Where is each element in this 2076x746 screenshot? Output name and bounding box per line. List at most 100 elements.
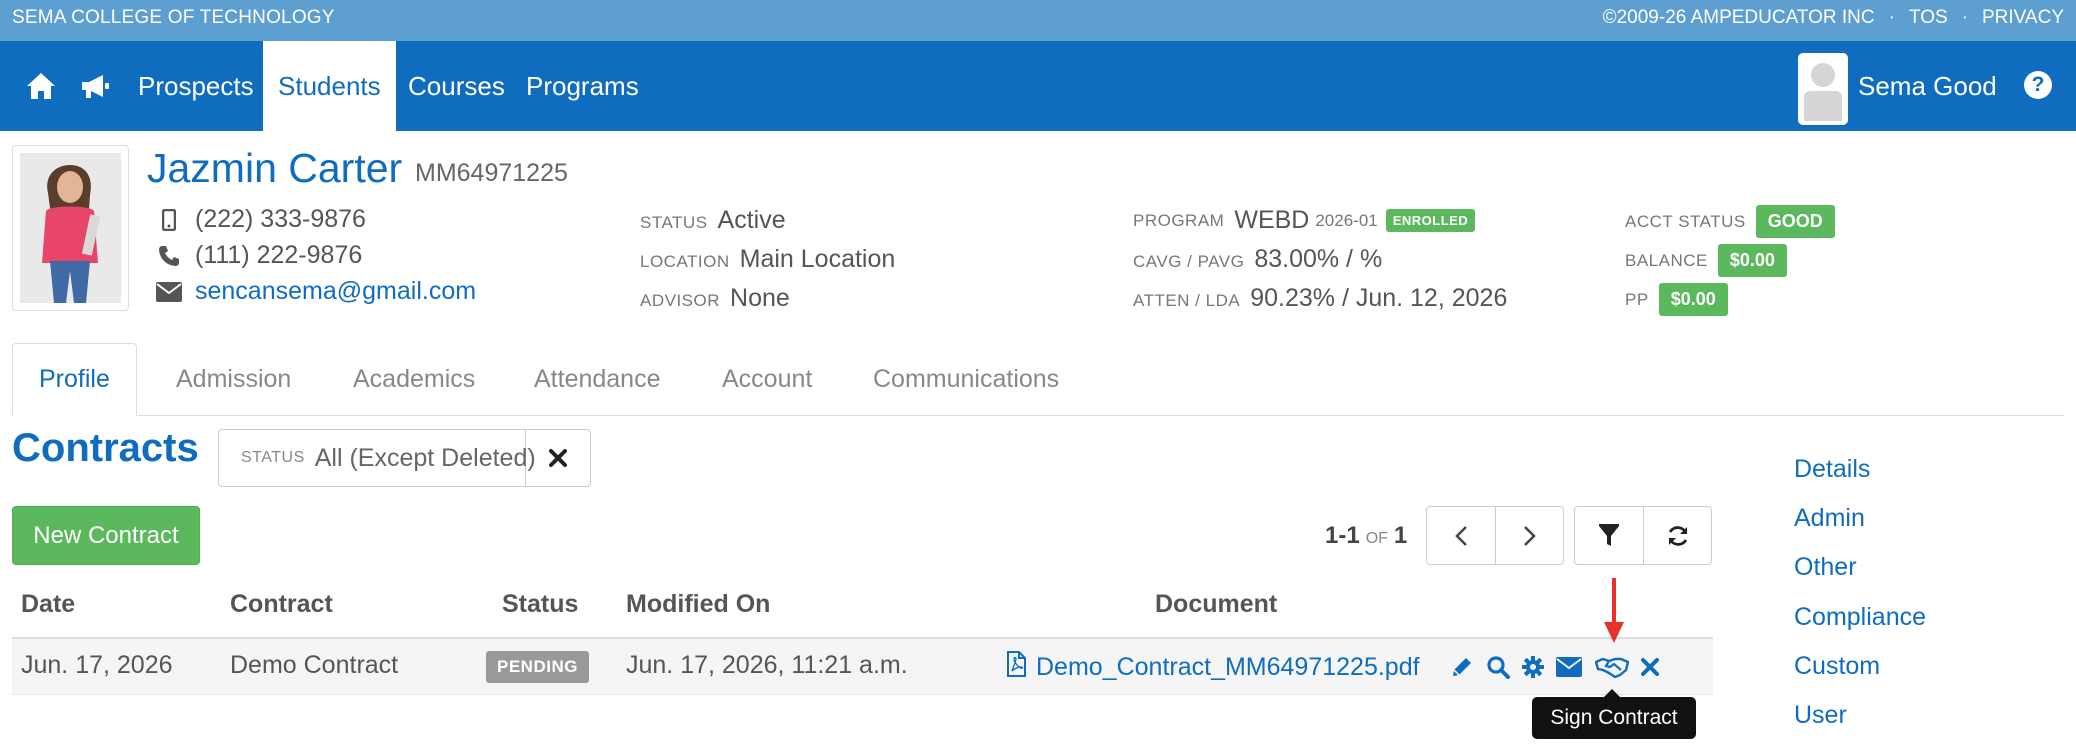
chevron-right-icon (1523, 525, 1536, 546)
filter-button[interactable] (1575, 507, 1643, 564)
email-button[interactable] (1555, 653, 1583, 681)
contact-phone: (111) 222-9876 (155, 241, 362, 270)
advisor-label: ADVISOR (640, 291, 721, 310)
nav-students[interactable]: Students (263, 41, 396, 131)
side-link-compliance[interactable]: Compliance (1794, 603, 1926, 632)
balance-label: BALANCE (1625, 250, 1708, 270)
col-modified-on[interactable]: Modified On (626, 590, 770, 619)
cavg-label: CAVG / PAVG (1133, 252, 1245, 271)
pp-label: PP (1625, 289, 1649, 309)
copyright-text: ©2009-26 AMPEDUCATOR INC (1602, 7, 1875, 28)
mobile-number: (222) 333-9876 (195, 205, 366, 233)
privacy-link[interactable]: PRIVACY (1982, 7, 2064, 29)
chevron-left-icon (1455, 525, 1467, 546)
sign-contract-tooltip: Sign Contract (1532, 689, 1696, 739)
user-name[interactable]: Sema Good (1858, 41, 1997, 131)
megaphone-icon[interactable] (78, 69, 112, 103)
view-button[interactable] (1484, 653, 1512, 681)
red-arrow-annotation (1603, 578, 1625, 644)
side-link-other[interactable]: Other (1794, 553, 1857, 582)
new-contract-button[interactable]: New Contract (12, 506, 200, 565)
top-strip-links: ©2009-26 AMPEDUCATOR INC · TOS · PRIVACY (1603, 7, 2064, 29)
envelope-icon (155, 278, 183, 306)
top-strip: SEMA COLLEGE OF TECHNOLOGY ©2009-26 AMPE… (0, 0, 2076, 41)
attendance-field: ATTEN / LDA 90.23% / Jun. 12, 2026 (1133, 284, 1507, 313)
nav-prospects[interactable]: Prospects (123, 41, 269, 131)
status-filter[interactable]: STATUS All (Except Deleted) (218, 429, 591, 487)
student-id: MM64971225 (415, 159, 568, 187)
location-field: LOCATION Main Location (640, 245, 895, 274)
envelope-icon (1556, 657, 1582, 677)
side-link-custom[interactable]: Custom (1794, 652, 1880, 681)
user-avatar[interactable] (1798, 53, 1848, 125)
separator: · (1888, 7, 1895, 28)
pencil-icon (1453, 658, 1471, 676)
filter-icon (1599, 523, 1619, 546)
sign-contract-button[interactable] (1595, 653, 1629, 681)
side-link-admin[interactable]: Admin (1794, 504, 1865, 533)
pager-buttons (1426, 506, 1564, 565)
nav-courses[interactable]: Courses (393, 41, 520, 131)
delete-button[interactable] (1636, 653, 1664, 681)
clear-filter-button[interactable] (526, 430, 590, 486)
phone-icon (155, 242, 183, 270)
cavg-value: 83.00% / % (1254, 245, 1383, 273)
col-status[interactable]: Status (502, 590, 578, 619)
location-label: LOCATION (640, 252, 730, 271)
separator: · (1961, 7, 1968, 28)
tab-profile[interactable]: Profile (12, 343, 137, 416)
prev-page-button[interactable] (1427, 507, 1495, 564)
student-name: Jazmin Carter (147, 145, 403, 191)
home-icon[interactable] (24, 69, 58, 103)
col-document[interactable]: Document (1155, 590, 1277, 619)
status-value: Active (717, 206, 786, 234)
settings-button[interactable] (1519, 653, 1547, 681)
document-filename: Demo_Contract_MM64971225.pdf (1036, 653, 1420, 681)
email-link[interactable]: sencansema@gmail.com (195, 277, 476, 306)
phone-number: (111) 222-9876 (195, 241, 363, 269)
handshake-icon (1595, 657, 1629, 678)
status-filter-value: All (Except Deleted) (314, 443, 536, 472)
college-name: SEMA COLLEGE OF TECHNOLOGY (12, 7, 335, 28)
program-label: PROGRAM (1133, 210, 1225, 230)
tab-academics[interactable]: Academics (353, 343, 475, 416)
tos-link[interactable]: TOS (1909, 7, 1948, 29)
tab-admission[interactable]: Admission (176, 343, 291, 416)
document-link[interactable]: Demo_Contract_MM64971225.pdf (1006, 651, 1420, 684)
pp-badge: $0.00 (1658, 283, 1728, 316)
refresh-button[interactable] (1643, 507, 1711, 564)
next-page-button[interactable] (1495, 507, 1563, 564)
side-link-user[interactable]: User (1794, 701, 1847, 730)
edit-button[interactable] (1448, 653, 1476, 681)
row-date: Jun. 17, 2026 (21, 651, 173, 679)
row-contract: Demo Contract (230, 651, 399, 679)
tab-communications[interactable]: Communications (873, 343, 1059, 416)
gear-icon (1522, 656, 1544, 678)
program-value: WEBD (1234, 206, 1310, 234)
contact-mobile: (222) 333-9876 (155, 205, 366, 234)
acct-status-field: ACCT STATUS GOOD (1625, 205, 1835, 238)
col-contract[interactable]: Contract (230, 590, 333, 619)
side-link-details[interactable]: Details (1794, 455, 1870, 484)
acct-status-badge: GOOD (1755, 205, 1835, 238)
status-field: STATUS Active (640, 206, 786, 235)
pp-field: PP $0.00 (1625, 283, 1728, 316)
student-photo (12, 145, 129, 311)
advisor-field: ADVISOR None (640, 284, 790, 313)
col-date[interactable]: Date (21, 590, 75, 619)
mobile-icon (155, 206, 183, 234)
nav-programs[interactable]: Programs (511, 41, 654, 131)
pager-text: 1-1 OF 1 (1325, 522, 1407, 550)
program-field: PROGRAM WEBD 2026-01 ENROLLED (1133, 206, 1476, 235)
status-label: STATUS (640, 213, 708, 232)
main-navbar: Prospects Students Courses Programs Sema… (0, 41, 2076, 131)
tab-attendance[interactable]: Attendance (534, 343, 661, 416)
tab-account[interactable]: Account (722, 343, 812, 416)
row-modified: Jun. 17, 2026, 11:21 a.m. (626, 651, 908, 679)
acct-status-label: ACCT STATUS (1625, 211, 1746, 231)
enrolled-badge: ENROLLED (1385, 209, 1476, 232)
status-filter-select[interactable]: STATUS All (Except Deleted) (219, 430, 536, 486)
pdf-file-icon (1006, 651, 1026, 684)
help-icon[interactable]: ? (2024, 71, 2052, 99)
contact-email: sencansema@gmail.com (155, 277, 476, 306)
